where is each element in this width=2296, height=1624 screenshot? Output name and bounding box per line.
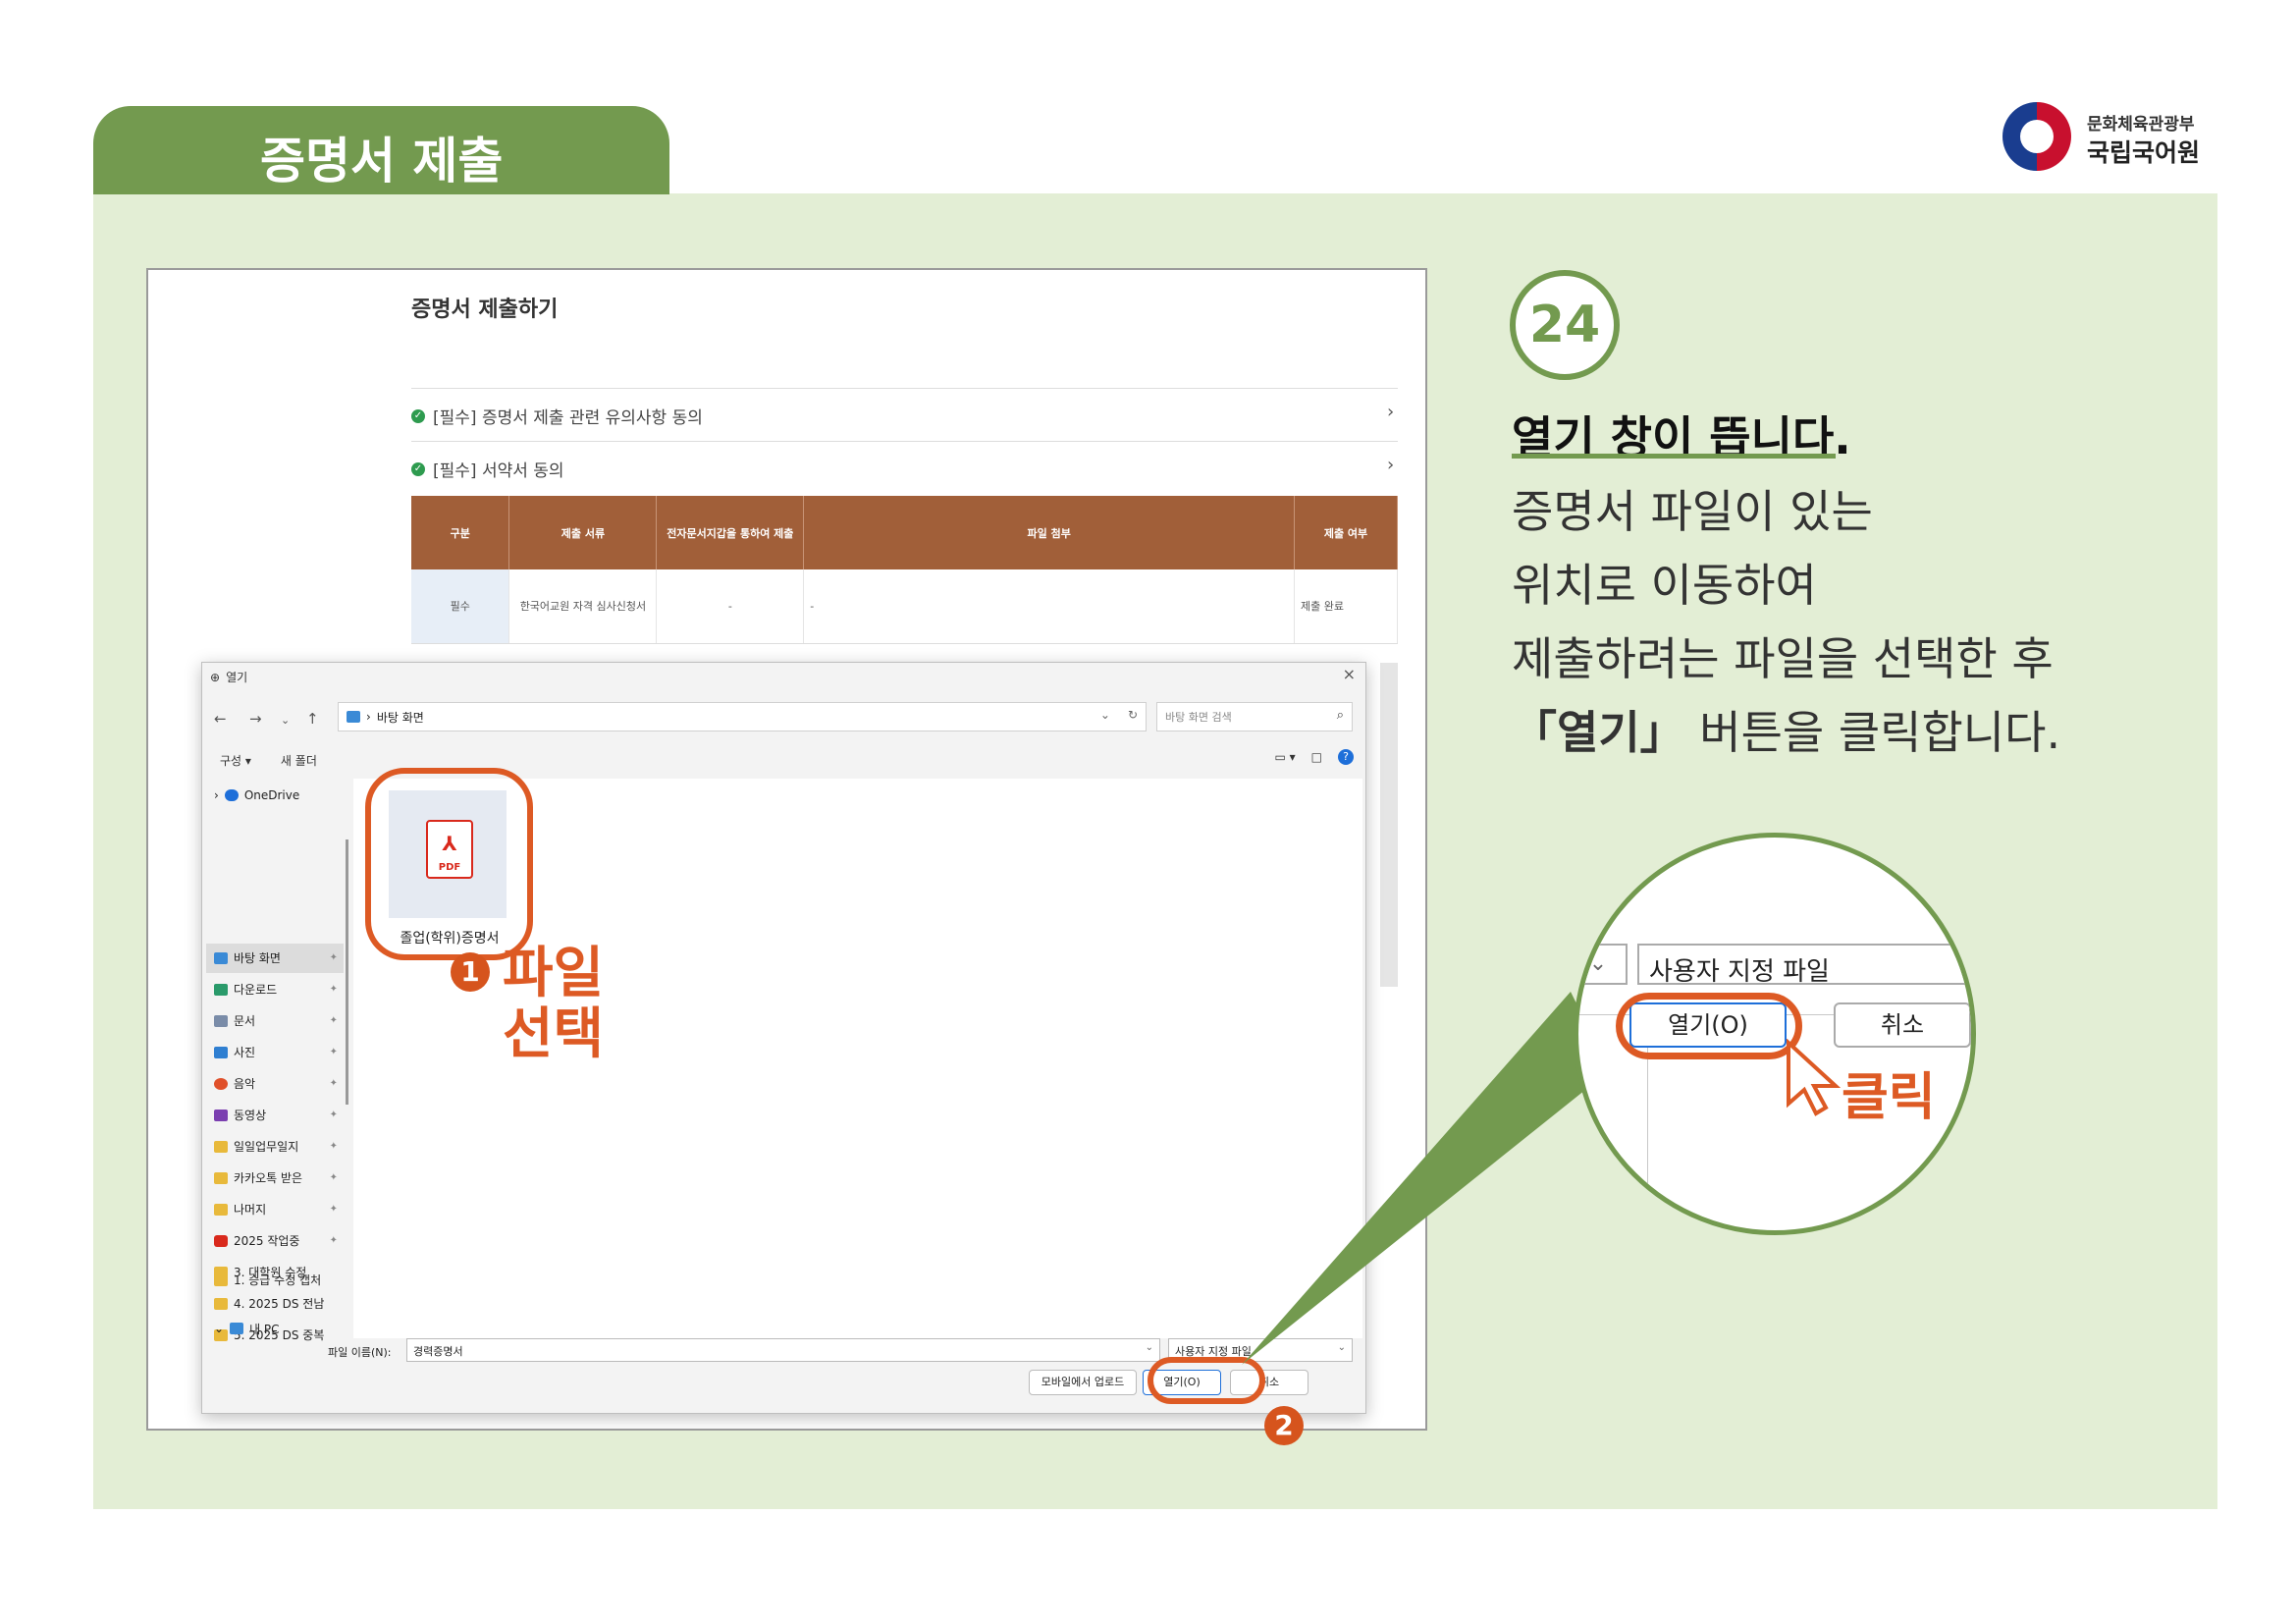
heading-underline: [1512, 454, 1836, 459]
step-line: 위치로 이동하여: [1512, 559, 1817, 612]
zoom-filetype: 사용자 지정 파일: [1637, 944, 1971, 987]
zoom-filetype-value: 사용자 지정 파일: [1649, 957, 1830, 987]
step-line: 「열기」 버튼을 클릭합니다.: [1512, 697, 2060, 762]
zoom-callout: ⌄ 사용자 지정 파일 열기(O) 취소 클릭: [1574, 833, 1976, 1235]
step-number: 24: [1510, 270, 1620, 380]
click-label: 클릭: [1842, 1068, 1936, 1127]
open-label-bold: 「열기」: [1512, 706, 1685, 759]
chevron-down-icon: ⌄: [1578, 944, 1628, 985]
step-line: 제출하려는 파일을 선택한 후: [1512, 632, 2054, 685]
step-line: 증명서 파일이 있는: [1512, 485, 1873, 538]
zoom-cancel-button: 취소: [1834, 1002, 1971, 1048]
pointer-beam: [1242, 992, 1610, 1365]
zoom-pointer: [1242, 992, 1610, 1365]
zoom-highlight: [1616, 993, 1802, 1059]
step-line-rest: 버튼을 클릭합니다.: [1684, 706, 2061, 759]
